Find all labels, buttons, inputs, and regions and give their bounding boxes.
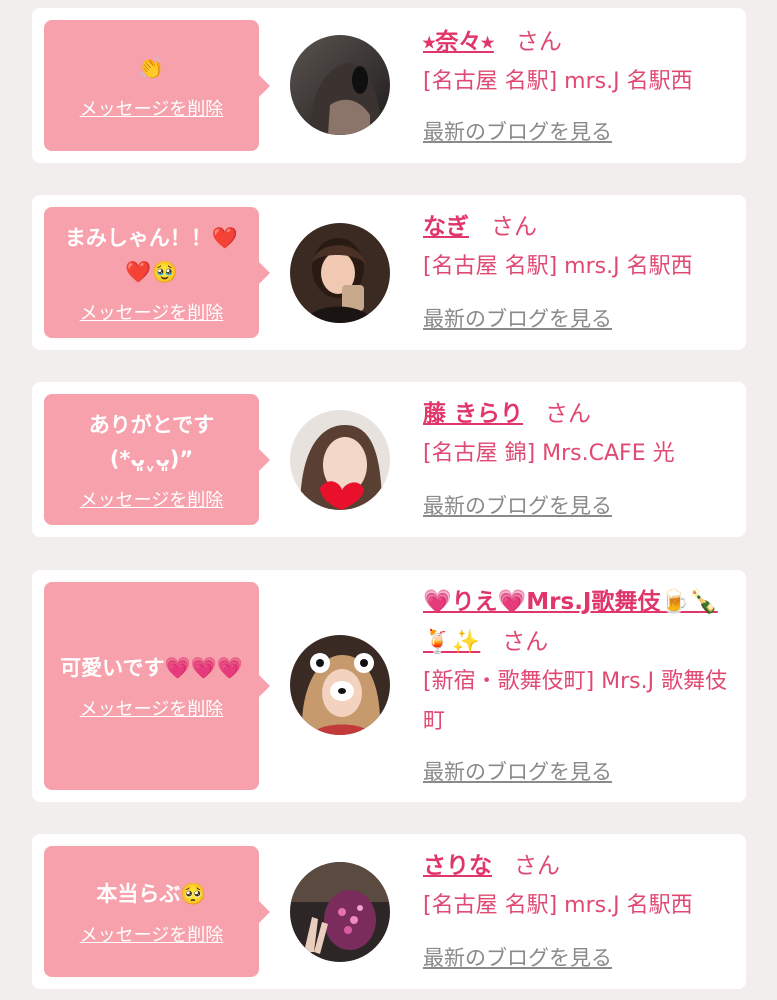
cast-info: なぎ さん [名古屋 名駅] mrs.J 名駅西 最新のブログを見る bbox=[423, 207, 734, 337]
shop-name: [名古屋 名駅] mrs.J 名駅西 bbox=[423, 893, 693, 918]
message-card: 👏 メッセージを削除 ⭑奈々⭑ さん [名古屋 名駅] mrs.J 名駅西 最新の… bbox=[32, 8, 746, 163]
cast-info: ⭑奈々⭑ さん [名古屋 名駅] mrs.J 名駅西 最新のブログを見る bbox=[423, 22, 734, 152]
avatar[interactable] bbox=[290, 635, 390, 735]
latest-blog-link[interactable]: 最新のブログを見る bbox=[423, 942, 612, 972]
cast-name-link[interactable]: 藤 きらり bbox=[423, 401, 523, 427]
avatar-photo bbox=[290, 410, 390, 510]
message-bubble: 可愛いです💗💗💗 メッセージを削除 bbox=[44, 582, 270, 790]
name-line: ⭑奈々⭑ さん bbox=[423, 22, 734, 62]
name-line: 藤 きらり さん bbox=[423, 394, 734, 434]
latest-blog-link[interactable]: 最新のブログを見る bbox=[423, 303, 612, 333]
shop-name: [名古屋 錦] Mrs.CAFE 光 bbox=[423, 441, 675, 466]
message-bubble: 👏 メッセージを削除 bbox=[44, 20, 270, 151]
name-line: 💗りえ💗Mrs.J歌舞伎🍺🍾🍹✨ さん bbox=[423, 582, 723, 662]
honorific: さん bbox=[545, 401, 592, 427]
latest-blog-link[interactable]: 最新のブログを見る bbox=[423, 490, 612, 520]
latest-blog-link[interactable]: 最新のブログを見る bbox=[423, 116, 612, 146]
cast-name-link[interactable]: ⭑奈々⭑ bbox=[423, 29, 494, 55]
latest-blog-link[interactable]: 最新のブログを見る bbox=[423, 756, 612, 786]
message-card: まみしゃん！！❤️❤️🥹 メッセージを削除 なぎ さん [名古屋 名駅] mrs.… bbox=[32, 195, 746, 350]
cast-info: 藤 きらり さん [名古屋 錦] Mrs.CAFE 光 最新のブログを見る bbox=[423, 394, 734, 524]
message-text: まみしゃん！！❤️❤️🥹 bbox=[64, 225, 239, 284]
cast-name-link[interactable]: 💗りえ💗Mrs.J歌舞伎🍺🍾🍹✨ bbox=[423, 589, 718, 655]
delete-message-link[interactable]: メッセージを削除 bbox=[80, 695, 224, 721]
shop-name: [名古屋 名駅] mrs.J 名駅西 bbox=[423, 69, 693, 94]
delete-message-link[interactable]: メッセージを削除 bbox=[80, 486, 224, 512]
delete-message-link[interactable]: メッセージを削除 bbox=[80, 921, 224, 947]
avatar[interactable] bbox=[290, 862, 390, 962]
avatar-photo bbox=[290, 635, 390, 735]
message-list: 👏 メッセージを削除 ⭑奈々⭑ さん [名古屋 名駅] mrs.J 名駅西 最新の… bbox=[0, 0, 777, 1000]
message-card: ありがとです(*ᴗ͈ˬᴗ͈)” メッセージを削除 藤 きらり さん [名古屋 錦]… bbox=[32, 382, 746, 537]
cast-name-link[interactable]: さりな bbox=[423, 853, 492, 879]
message-bubble: まみしゃん！！❤️❤️🥹 メッセージを削除 bbox=[44, 207, 270, 338]
message-card: 可愛いです💗💗💗 メッセージを削除 💗りえ💗Mrs.J歌舞伎🍺🍾🍹✨ さん [新… bbox=[32, 570, 746, 802]
message-bubble: ありがとです(*ᴗ͈ˬᴗ͈)” メッセージを削除 bbox=[44, 394, 270, 525]
avatar-photo bbox=[290, 35, 390, 135]
avatar[interactable] bbox=[290, 410, 390, 510]
message-card: 本当らぶ🥺 メッセージを削除 さりな さん [名古屋 名駅] mrs.J 名駅西 … bbox=[32, 834, 746, 989]
message-text: 👏 bbox=[138, 55, 165, 80]
avatar-photo bbox=[290, 862, 390, 962]
message-text: 可愛いです💗💗💗 bbox=[60, 656, 243, 680]
shop-name: [名古屋 名駅] mrs.J 名駅西 bbox=[423, 254, 693, 279]
message-bubble: 本当らぶ🥺 メッセージを削除 bbox=[44, 846, 270, 977]
name-line: さりな さん bbox=[423, 846, 734, 886]
avatar[interactable] bbox=[290, 35, 390, 135]
honorific: さん bbox=[515, 29, 562, 55]
name-line: なぎ さん bbox=[423, 207, 734, 247]
delete-message-link[interactable]: メッセージを削除 bbox=[80, 95, 224, 121]
cast-name-link[interactable]: なぎ bbox=[423, 214, 469, 240]
honorific: さん bbox=[491, 214, 537, 240]
avatar[interactable] bbox=[290, 223, 390, 323]
message-text: 本当らぶ🥺 bbox=[96, 881, 207, 906]
message-text: ありがとです(*ᴗ͈ˬᴗ͈)” bbox=[88, 412, 215, 471]
cast-info: さりな さん [名古屋 名駅] mrs.J 名駅西 最新のブログを見る bbox=[423, 846, 734, 976]
shop-name: [新宿・歌舞伎町] Mrs.J 歌舞伎町 bbox=[423, 669, 728, 734]
cast-info: 💗りえ💗Mrs.J歌舞伎🍺🍾🍹✨ さん [新宿・歌舞伎町] Mrs.J 歌舞伎町 … bbox=[423, 582, 734, 792]
avatar-photo bbox=[290, 223, 390, 323]
delete-message-link[interactable]: メッセージを削除 bbox=[80, 299, 224, 325]
honorific: さん bbox=[514, 853, 560, 879]
honorific: さん bbox=[502, 629, 549, 655]
